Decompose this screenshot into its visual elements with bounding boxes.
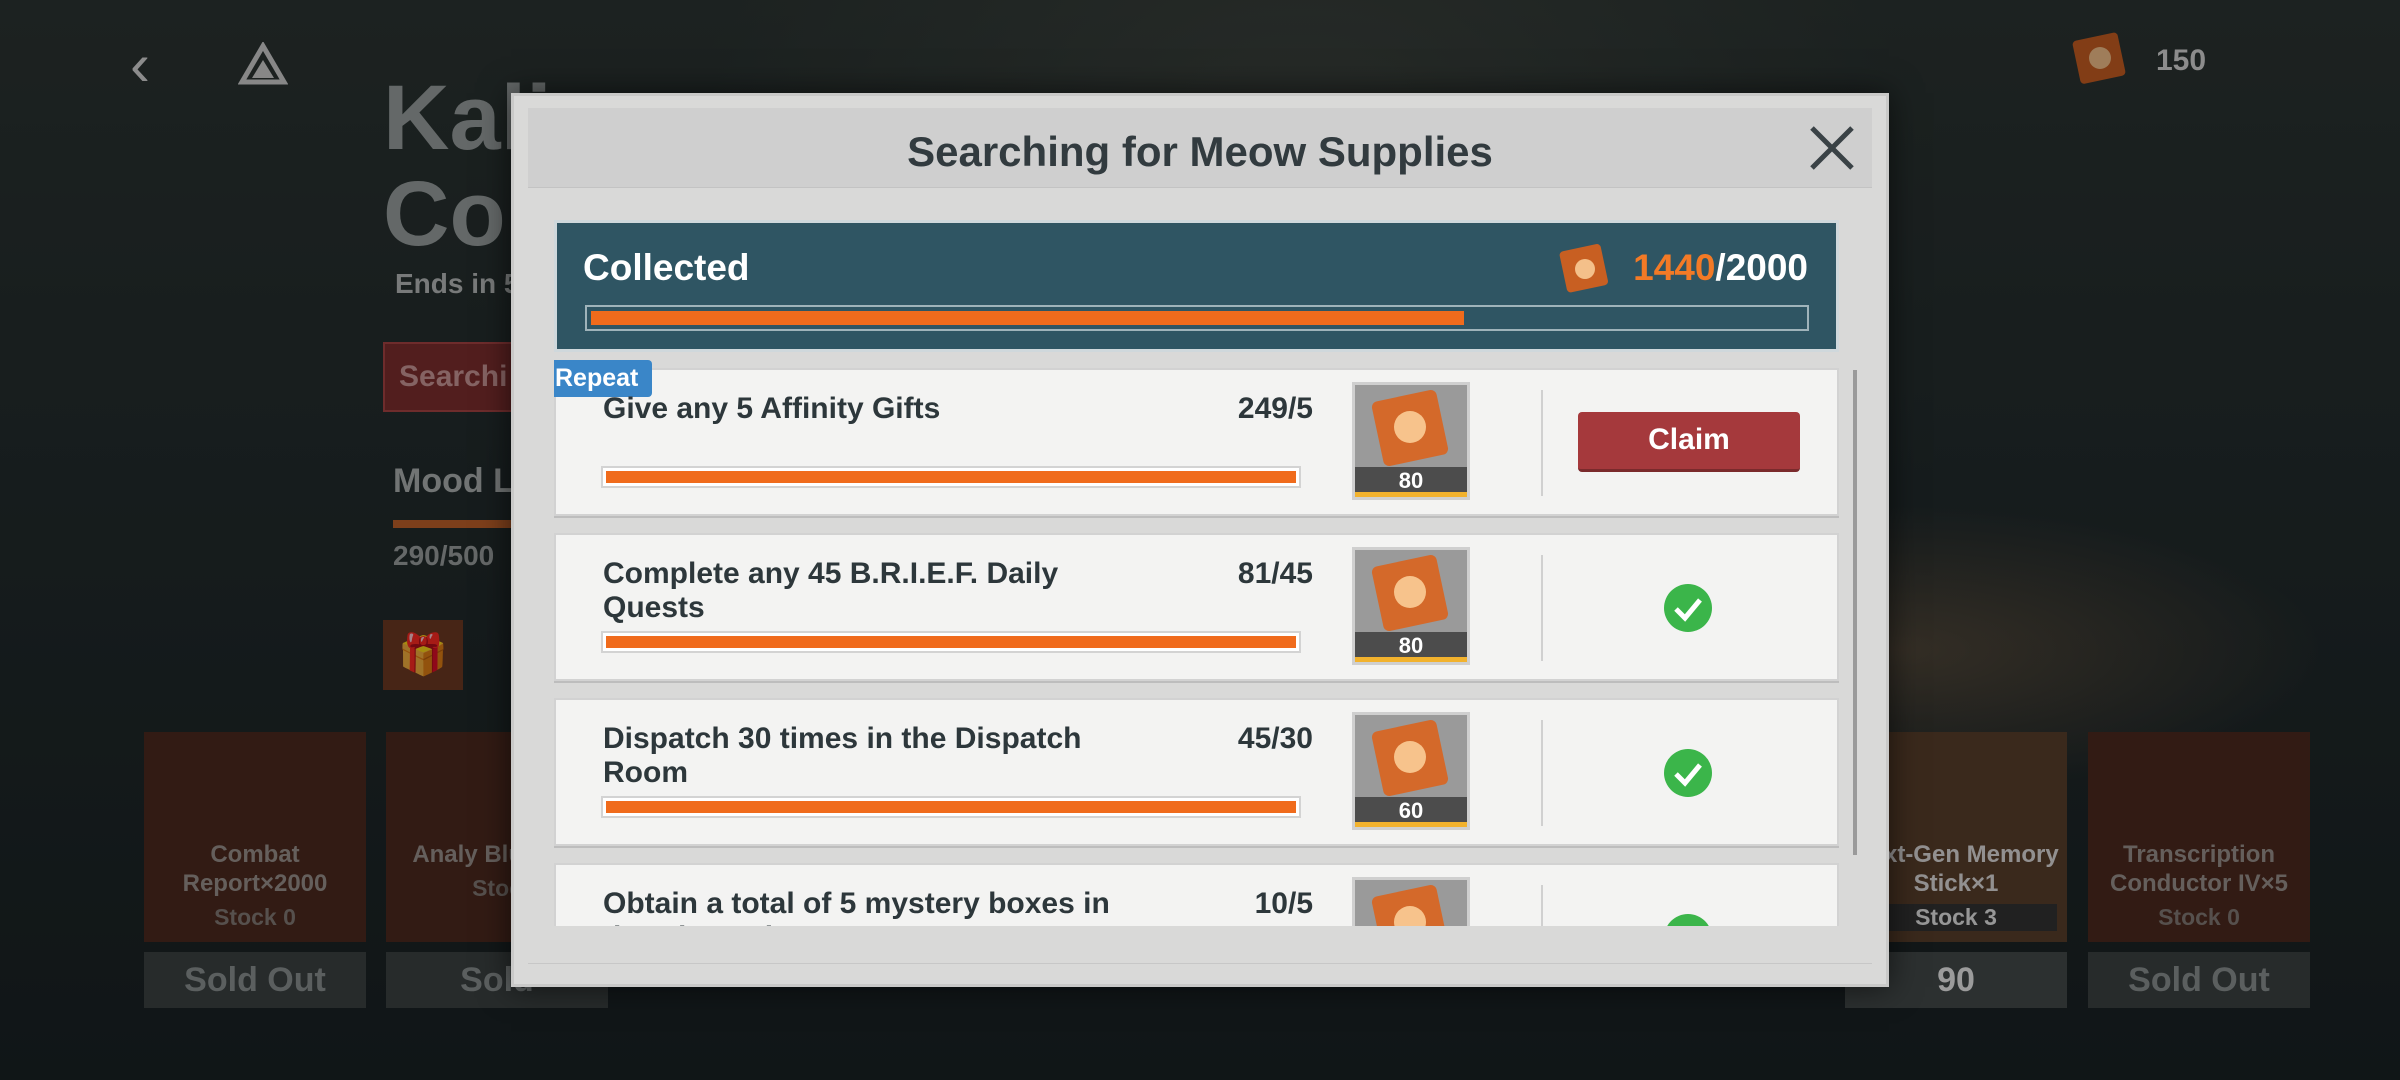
- task-title: Give any 5 Affinity Gifts: [603, 392, 941, 425]
- divider: [1541, 720, 1543, 826]
- task-progress-fill: [606, 801, 1296, 813]
- task-count: 249/5: [1237, 392, 1313, 425]
- check-icon: [1667, 914, 1709, 926]
- coin-book-icon: [1371, 719, 1449, 797]
- coin-book-icon: [1371, 389, 1449, 467]
- collected-count: 1440/2000: [1633, 247, 1808, 289]
- divider: [1541, 555, 1543, 661]
- task-count: 10/5: [1254, 887, 1313, 920]
- task-row: Obtain a total of 5 mystery boxes in the…: [554, 863, 1839, 926]
- supplies-modal: Searching for Meow Supplies Collected 14…: [511, 93, 1889, 987]
- collected-progress-bar: [585, 305, 1809, 331]
- collected-separator: /: [1715, 247, 1726, 288]
- reward-item[interactable]: [1352, 877, 1470, 926]
- task-progress-bar: [601, 466, 1301, 488]
- task-title: Obtain a total of 5 mystery boxes in the…: [603, 887, 1110, 926]
- modal-title: Searching for Meow Supplies: [907, 128, 1493, 175]
- task-progress-fill: [606, 636, 1296, 648]
- task-progress-fill: [606, 471, 1296, 483]
- reward-item[interactable]: 80: [1352, 382, 1470, 500]
- collected-current: 1440: [1633, 247, 1716, 288]
- task-row: Repeat Give any 5 Affinity Gifts 249/5 8…: [554, 360, 1839, 516]
- modal-header: Searching for Meow Supplies: [528, 108, 1872, 188]
- task-progress-bar: [601, 631, 1301, 653]
- reward-item[interactable]: 80: [1352, 547, 1470, 665]
- check-icon: [1664, 749, 1712, 797]
- coin-book-icon: [1559, 244, 1608, 293]
- task-title: Complete any 45 B.R.I.E.F. Daily Quests: [603, 557, 1059, 624]
- divider: [1541, 390, 1543, 496]
- task-count: 45/30: [1237, 722, 1313, 755]
- task-list-scrollbar[interactable]: [1853, 370, 1857, 855]
- close-icon[interactable]: [1802, 118, 1862, 178]
- task-progress-bar: [601, 796, 1301, 818]
- claim-button[interactable]: Claim: [1578, 412, 1800, 472]
- collected-total: 2000: [1725, 247, 1808, 288]
- task-row: Complete any 45 B.R.I.E.F. Daily Quests …: [554, 533, 1839, 681]
- task-title: Dispatch 30 times in the Dispatch Room: [603, 722, 1082, 789]
- collected-progress-fill: [591, 311, 1464, 325]
- check-icon: [1664, 584, 1712, 632]
- reward-item[interactable]: 60: [1352, 712, 1470, 830]
- reward-quantity: 80: [1355, 632, 1467, 662]
- task-row: Dispatch 30 times in the Dispatch Room 4…: [554, 698, 1839, 846]
- coin-book-icon: [1371, 884, 1449, 926]
- coin-book-icon: [1371, 554, 1449, 632]
- reward-quantity: 60: [1355, 797, 1467, 827]
- collected-panel: Collected 1440/2000: [554, 220, 1839, 352]
- reward-quantity: 80: [1355, 467, 1467, 497]
- modal-footer-line: [528, 963, 1872, 964]
- task-count: 81/45: [1237, 557, 1313, 590]
- divider: [1541, 885, 1543, 926]
- collected-label: Collected: [583, 247, 750, 288]
- modal-body: Collected 1440/2000 Repeat Give any 5 Af…: [554, 220, 1849, 926]
